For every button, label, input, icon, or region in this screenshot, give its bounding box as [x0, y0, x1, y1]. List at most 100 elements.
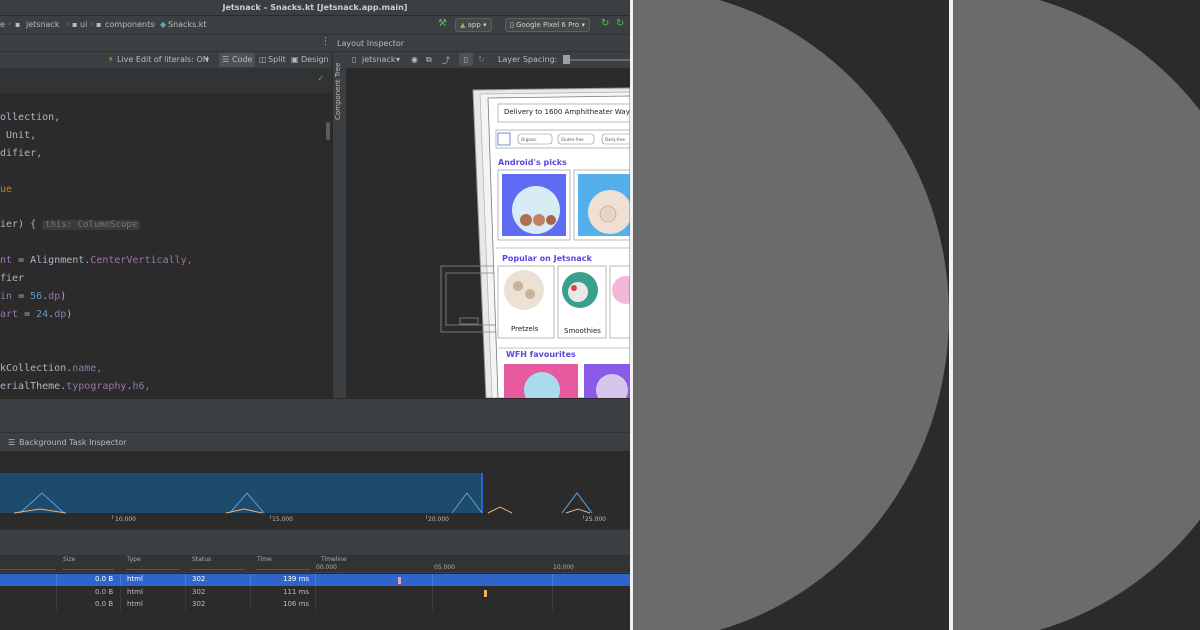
- table-row[interactable]: 0.0 B html 302 106 ms: [0, 599, 630, 611]
- column-header-time[interactable]: Time: [257, 556, 272, 563]
- breadcrumb-separator-icon: ›: [8, 19, 12, 28]
- cell-type: html: [127, 587, 143, 596]
- breadcrumb-item[interactable]: jetsnack: [26, 20, 59, 29]
- tool-window-tabs: ☰ Background Task Inspector: [0, 433, 630, 451]
- device-dropdown[interactable]: ▯ Google Pixel 6 Pro ▾: [505, 18, 590, 32]
- build-hammer-icon[interactable]: ⚒: [438, 18, 447, 29]
- code-token: CenterVertically: [90, 255, 187, 267]
- layer-spacing-slider[interactable]: [566, 59, 630, 61]
- breadcrumb-separator-icon: ›: [153, 19, 157, 28]
- table-row[interactable]: 0.0 B html 302 139 ms: [0, 574, 630, 586]
- code-line[interactable]: art = 24.dp): [0, 309, 72, 320]
- bottom-tool-window: ☰ Background Task Inspector 10.000 15.00…: [0, 398, 630, 630]
- code-token: 56: [30, 291, 43, 302]
- column-header-type[interactable]: Type: [127, 556, 141, 563]
- axis-tick-mark: [270, 515, 271, 519]
- code-line[interactable]: fier: [0, 273, 24, 284]
- export-icon[interactable]: ⤴: [442, 55, 450, 66]
- network-timeline[interactable]: [0, 473, 630, 515]
- grid-line: [432, 586, 433, 599]
- folder-icon: ▪: [96, 20, 102, 29]
- code-token: ollection,: [0, 112, 61, 123]
- split-mode-button[interactable]: Split: [268, 55, 286, 64]
- code-line[interactable]: difier,: [0, 148, 42, 159]
- more-options-icon[interactable]: ⋮: [321, 37, 330, 47]
- snack-name-label: Pretzels: [511, 325, 539, 333]
- traffic-graph: [13, 492, 593, 514]
- background-task-inspector-tab[interactable]: Background Task Inspector: [19, 438, 126, 447]
- breadcrumb-item[interactable]: e: [0, 20, 5, 29]
- layout-inspector-canvas[interactable]: Delivery to 1600 Amphitheater Way Organi…: [346, 68, 630, 398]
- code-line[interactable]: ollection,: [0, 112, 60, 123]
- folder-icon: ▪: [72, 20, 78, 29]
- axis-tick-mark: [112, 515, 113, 519]
- cell-type: html: [127, 575, 143, 583]
- title-bar: Jetsnack – Snacks.kt [Jetsnack.app.main]: [0, 0, 630, 16]
- breadcrumb-separator-icon: ›: [66, 19, 70, 28]
- column-divider: [0, 569, 56, 570]
- code-token: ,: [144, 380, 151, 392]
- editor-scrollbar[interactable]: [326, 122, 330, 140]
- code-line[interactable]: ier) { this: ColumnScope: [0, 219, 141, 231]
- code-token: = Alignment.: [12, 255, 91, 267]
- code-mode-button[interactable]: ☰ Code: [219, 53, 255, 67]
- cell-status: 302: [192, 575, 206, 583]
- delivery-address-text: Delivery to 1600 Amphitheater Way: [504, 108, 630, 116]
- grid-line: [432, 574, 433, 586]
- code-token: dp: [48, 291, 61, 302]
- code-line[interactable]: erialTheme.typography.h6,: [0, 381, 151, 392]
- table-row[interactable]: 0.0 B html 302 111 ms: [0, 586, 630, 599]
- chevron-down-icon: ▾: [483, 21, 487, 29]
- column-header-timeline[interactable]: Timeline: [321, 556, 347, 563]
- code-token: Unit,: [0, 129, 37, 141]
- refresh-icon[interactable]: ↻: [478, 55, 485, 64]
- section-heading-androids-picks: Android's picks: [498, 158, 567, 167]
- grid-line: [315, 599, 316, 611]
- column-divider: [191, 569, 245, 570]
- code-line[interactable]: ue: [0, 184, 12, 195]
- breadcrumb-item[interactable]: Snacks.kt: [168, 20, 207, 29]
- component-tree-tab[interactable]: Component Tree: [334, 60, 346, 120]
- code-token: ue: [0, 183, 13, 195]
- live-updates-icon[interactable]: ▯: [459, 53, 473, 66]
- code-line[interactable]: Unit,: [0, 130, 36, 141]
- slider-thumb[interactable]: [563, 55, 570, 64]
- editor-toolbar: ⚡ Live Edit of literals: ON ▾ ☰ Code ◫ S…: [0, 52, 332, 68]
- chip-label: Dairy-free: [605, 137, 625, 142]
- code-token: difier,: [0, 147, 43, 159]
- food-graphic: [533, 214, 545, 226]
- eye-icon[interactable]: ◉: [411, 55, 418, 64]
- axis-tick-label: 10.000: [115, 516, 136, 523]
- apply-code-changes-icon[interactable]: ↻: [616, 18, 624, 29]
- code-line[interactable]: kCollection.name,: [0, 363, 102, 374]
- column-header-size[interactable]: Size: [63, 556, 75, 563]
- food-graphic: [571, 285, 577, 291]
- grid-line: [250, 586, 251, 599]
- design-mode-button[interactable]: Design: [301, 55, 329, 64]
- traffic-spike: [19, 492, 65, 514]
- food-graphic: [568, 282, 588, 302]
- timeline-bar: [484, 589, 487, 597]
- process-selector[interactable]: jetsnack: [362, 55, 395, 64]
- timeline-axis: 10.000 15.000 20.000 25.000: [0, 515, 630, 529]
- code-token: =: [18, 308, 37, 320]
- traffic-spike: [561, 492, 593, 514]
- breadcrumb-item[interactable]: ui: [80, 20, 87, 29]
- dark-panel-left: [633, 0, 949, 630]
- code-editor[interactable]: ✓ ollection, Unit, difier, ue ier) { this: …: [0, 68, 332, 398]
- column-header-status[interactable]: Status: [192, 556, 211, 563]
- food-graphic: [513, 281, 523, 291]
- snapshot-icon[interactable]: ⧉: [426, 55, 432, 65]
- run-config-dropdown[interactable]: ▲ app ▾: [455, 18, 492, 32]
- decorative-panels: [630, 0, 1200, 630]
- code-line[interactable]: nt = Alignment.CenterVertically,: [0, 255, 193, 266]
- timeline-sub-tick: 00.000: [316, 564, 337, 571]
- breadcrumb-item[interactable]: components: [105, 20, 154, 29]
- code-line[interactable]: in = 56.dp): [0, 291, 66, 302]
- live-edit-toggle[interactable]: Live Edit of literals: ON: [117, 55, 209, 64]
- design-icon: ▣: [291, 55, 299, 64]
- cell-size: 0.0 B: [95, 600, 114, 608]
- food-graphic: [520, 214, 532, 226]
- code-token: ier) {: [0, 219, 43, 231]
- apply-changes-icon[interactable]: ↻: [601, 18, 609, 29]
